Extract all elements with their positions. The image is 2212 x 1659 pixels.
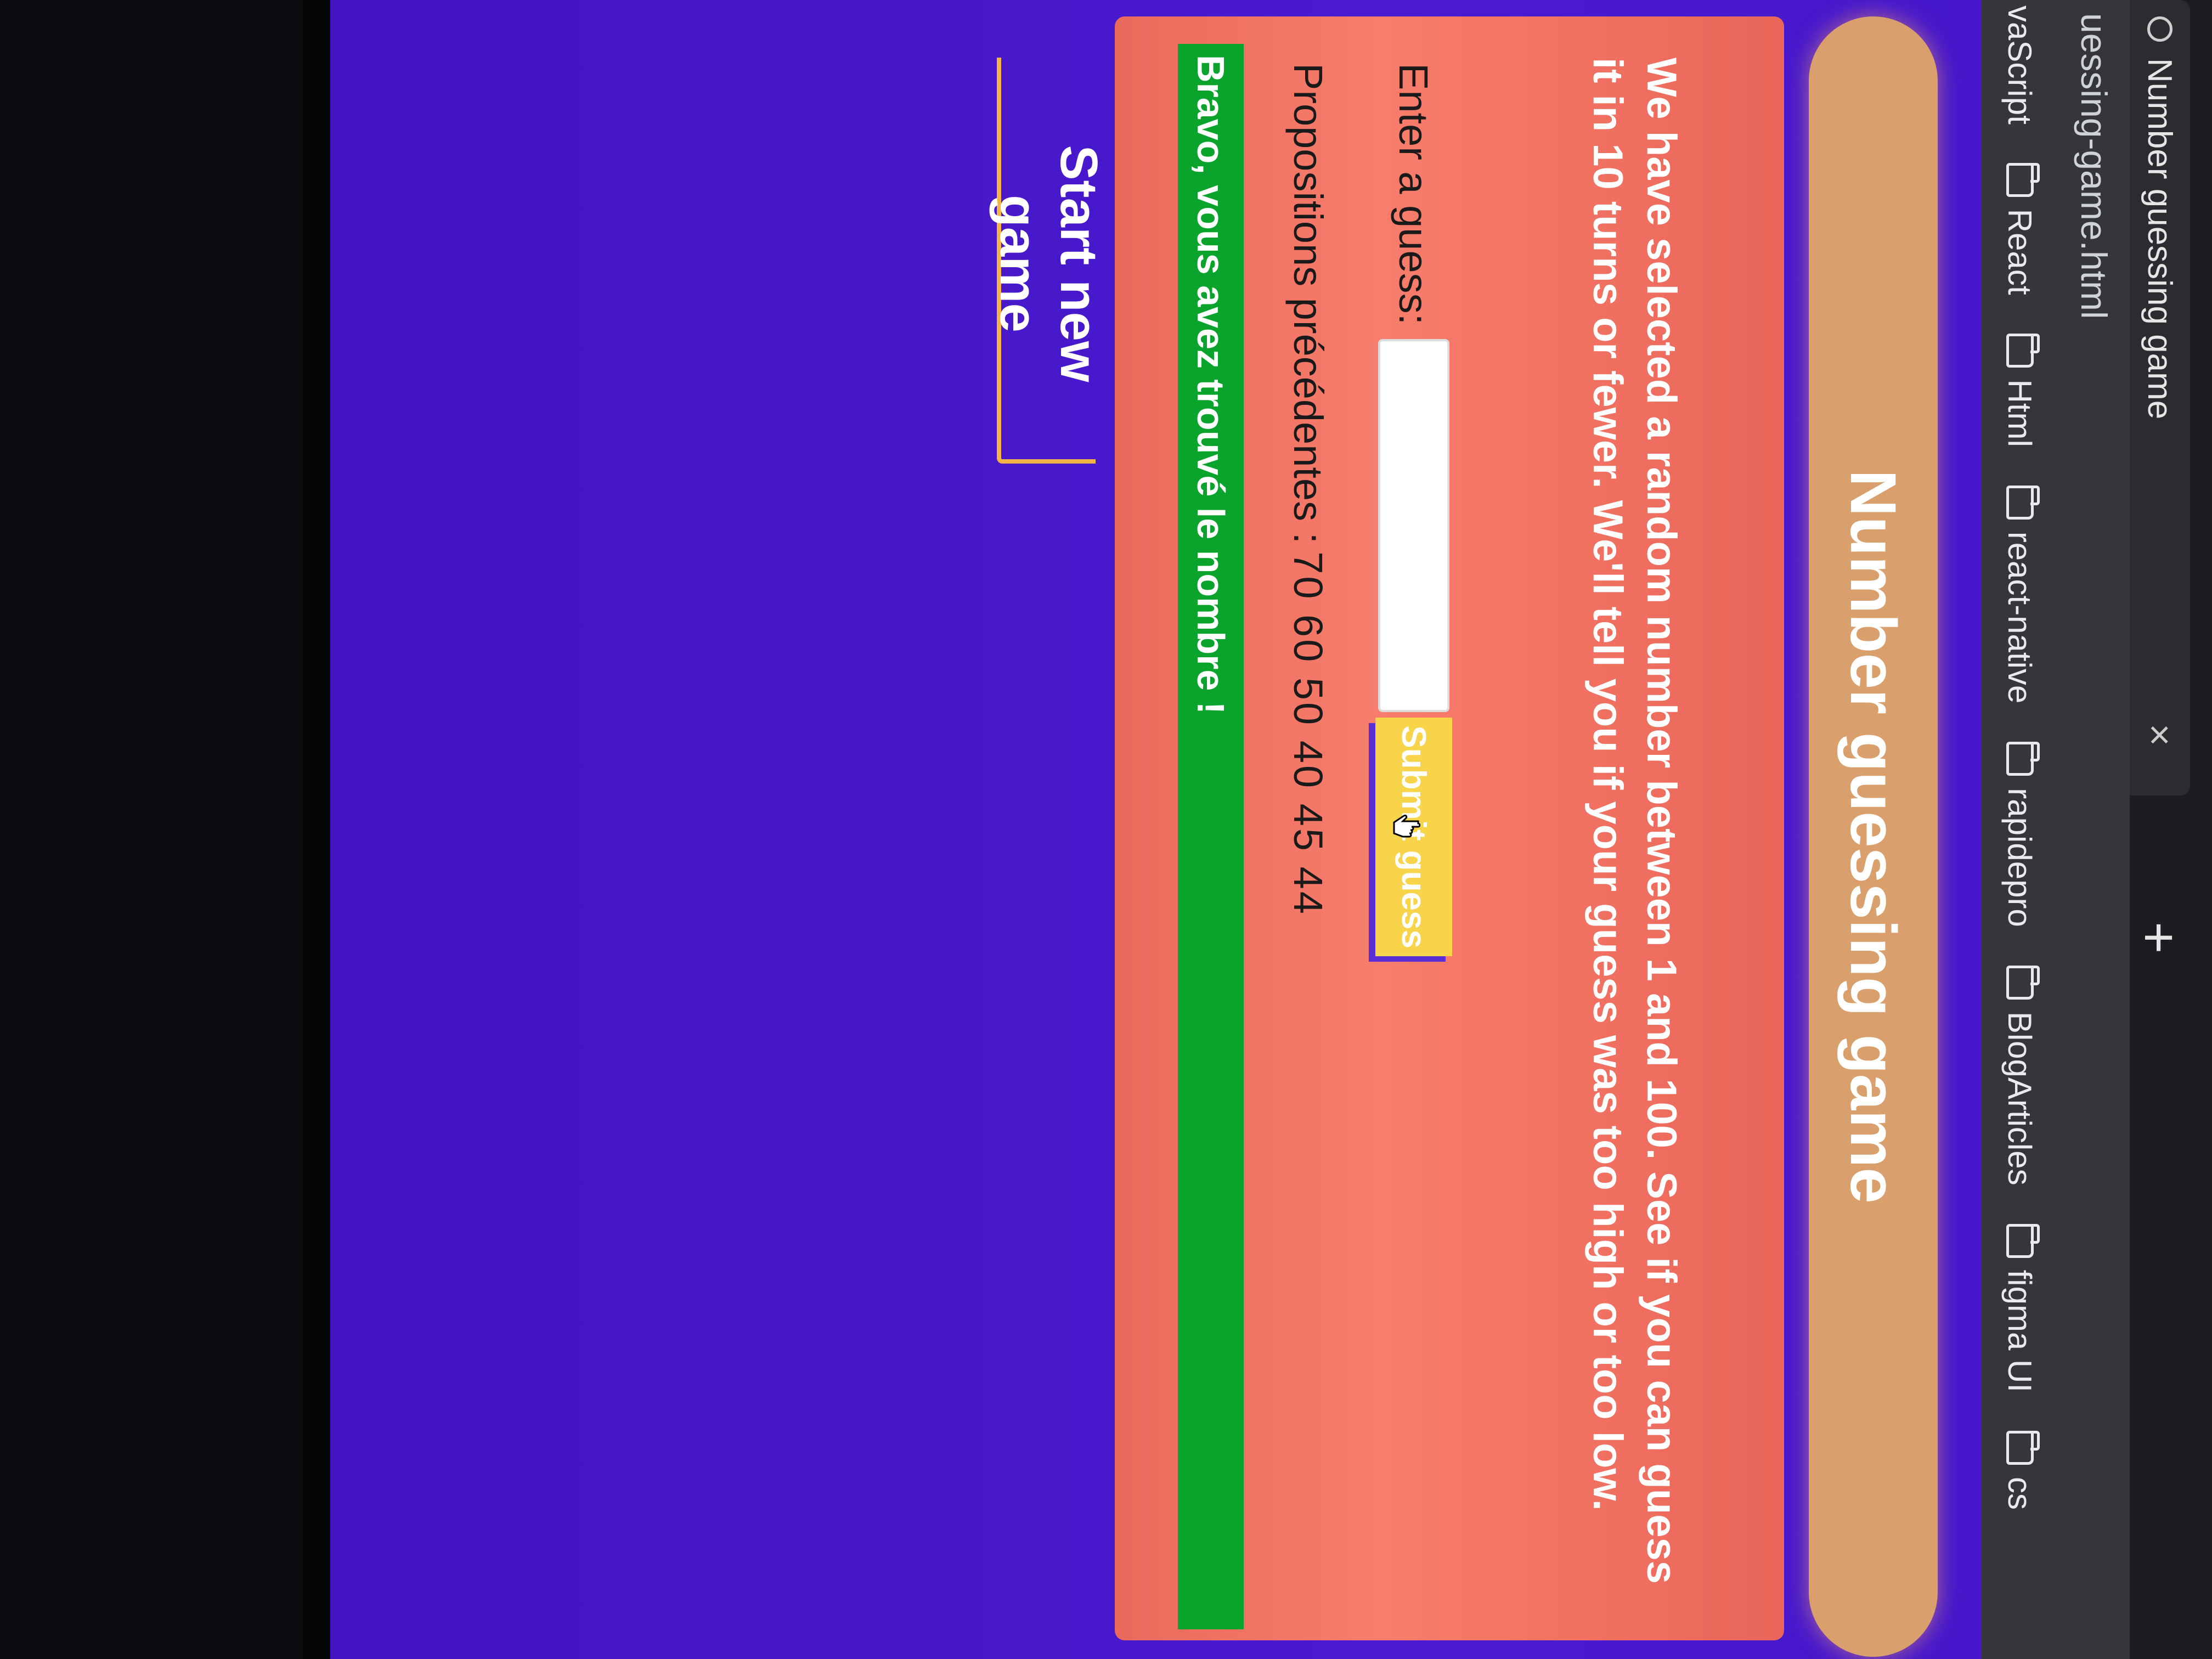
start-new-game-button[interactable]: Start new game: [989, 58, 1108, 464]
bookmark-html[interactable]: Html: [2001, 333, 2039, 447]
hand-cursor-icon: [1393, 815, 1420, 838]
bookmark-label: react-native: [2001, 531, 2039, 704]
bookmark-label: React: [2001, 208, 2039, 295]
folder-icon: [2006, 742, 2034, 776]
submit-guess-button[interactable]: Submit guess: [1375, 718, 1452, 957]
browser-tab[interactable]: Number guessing game ×: [2130, 0, 2190, 795]
bookmark-react-native[interactable]: react-native: [2001, 485, 2039, 704]
bookmark-label: BlogArticles: [2001, 1011, 2039, 1186]
history-values: 70 60 50 40 45 44: [1285, 551, 1331, 916]
result-message: Bravo, vous avez trouvé le nombre !: [1178, 44, 1244, 1629]
globe-icon: [2147, 16, 2172, 42]
intro-text: We have selected a random number between…: [1584, 58, 1685, 1584]
game-card: We have selected a random number between…: [1115, 16, 1784, 1640]
bookmark-label: vaScript: [2001, 5, 2039, 125]
folder-icon: [2006, 1223, 2034, 1258]
close-icon[interactable]: ×: [2138, 724, 2182, 746]
screen-bezel: [303, 0, 330, 1659]
folder-icon: [2006, 333, 2034, 368]
bookmark-cs[interactable]: cs: [2001, 1431, 2039, 1510]
folder-icon: [2006, 1431, 2034, 1465]
previous-guesses: Propositions précédentes : 70 60 50 40 45…: [1285, 63, 1331, 916]
tab-strip: Number guessing game × +: [2127, 0, 2212, 1659]
bookmark-label: cs: [2001, 1477, 2039, 1510]
folder-icon: [2006, 965, 2034, 1000]
bookmark-figma-ui[interactable]: figma UI: [2001, 1223, 2039, 1392]
address-bar[interactable]: uessing-game.html: [2058, 0, 2130, 1659]
bookmark-label: Html: [2001, 379, 2039, 447]
bookmark-label: figma UI: [2001, 1269, 2039, 1392]
bookmark-javascript[interactable]: vaScript: [2001, 5, 2039, 125]
folder-icon: [2006, 485, 2034, 520]
guess-form: Enter a guess: Submit guess: [1375, 63, 1452, 957]
guess-input[interactable]: [1378, 339, 1449, 713]
bookmarks-bar: vaScript React Html react-native rapidep…: [1982, 0, 2058, 1659]
bookmark-blogarticles[interactable]: BlogArticles: [2001, 965, 2039, 1186]
plus-icon[interactable]: +: [2127, 922, 2190, 953]
bookmark-label: rapidepro: [2001, 788, 2039, 927]
folder-icon: [2006, 162, 2034, 197]
tab-title: Number guessing game: [2141, 58, 2179, 420]
address-text: uessing-game.html: [2074, 13, 2114, 319]
photo-frame: Number guessing game × + uessing-game.ht…: [0, 0, 2212, 1659]
page-title: Number guessing game: [1809, 16, 1938, 1657]
bookmark-rapidepro[interactable]: rapidepro: [2001, 742, 2039, 927]
bookmark-react[interactable]: React: [2001, 162, 2039, 295]
history-label: Propositions précédentes :: [1285, 63, 1331, 544]
guess-label: Enter a guess:: [1391, 63, 1437, 325]
browser-window: Number guessing game × + uessing-game.ht…: [303, 0, 2212, 1659]
